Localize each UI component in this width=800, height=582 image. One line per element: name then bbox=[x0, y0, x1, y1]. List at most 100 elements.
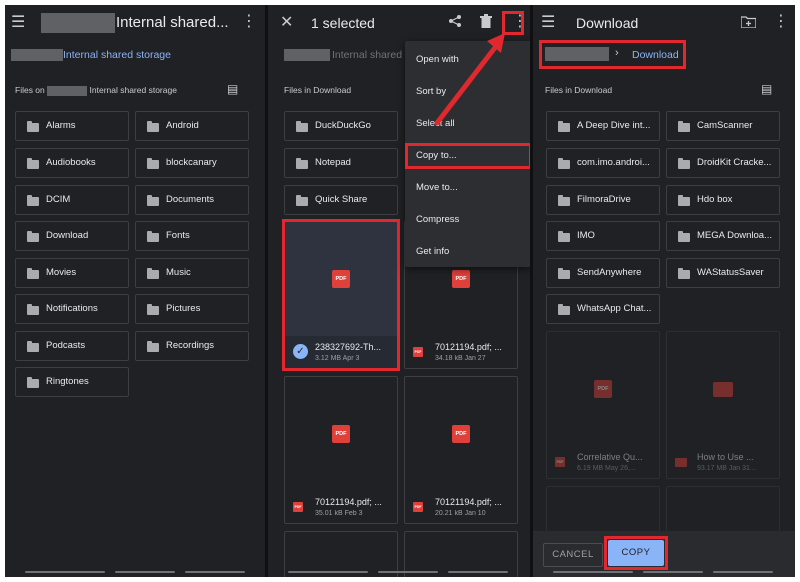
menu-item-sort-by[interactable]: Sort by bbox=[405, 75, 531, 107]
folder-tile[interactable]: MEGA Downloa... bbox=[666, 221, 780, 251]
menu-item-select-all[interactable]: Select all bbox=[405, 107, 531, 139]
new-folder-icon[interactable] bbox=[740, 15, 757, 32]
section-prefix: Files on bbox=[15, 85, 45, 95]
redacted-name bbox=[41, 13, 115, 33]
more-vert-icon[interactable]: ⋮ bbox=[241, 14, 257, 30]
folder-label: com.imo.androi... bbox=[577, 157, 650, 168]
folder-tile[interactable]: Notifications bbox=[15, 294, 129, 324]
breadcrumb[interactable]: Internal shared s bbox=[332, 49, 410, 61]
menu-icon[interactable]: ☰ bbox=[11, 15, 25, 31]
folder-tile[interactable]: CamScanner bbox=[666, 111, 780, 141]
page-title: Download bbox=[576, 15, 639, 31]
folder-label: Audiobooks bbox=[46, 157, 96, 168]
menu-item-open-with[interactable]: Open with bbox=[405, 43, 531, 75]
folder-tile[interactable]: com.imo.androi... bbox=[546, 148, 660, 178]
top-bar: ☰ Internal shared... ⋮ bbox=[5, 5, 265, 41]
folder-icon bbox=[558, 121, 570, 132]
folder-label: Movies bbox=[46, 267, 77, 278]
nav-handle bbox=[553, 571, 633, 573]
file-meta: 93.17 MB Jan 31... bbox=[697, 465, 756, 472]
nav-handle bbox=[288, 571, 368, 573]
folder-tile[interactable]: DuckDuckGo bbox=[284, 111, 398, 141]
folder-icon bbox=[27, 377, 39, 388]
folder-tile[interactable]: Fonts bbox=[135, 221, 249, 251]
folder-label: Quick Share bbox=[315, 194, 368, 205]
folder-tile[interactable]: DroidKit Cracke... bbox=[666, 148, 780, 178]
folder-tile[interactable]: Recordings bbox=[135, 331, 249, 361]
folder-tile[interactable]: Audiobooks bbox=[15, 148, 129, 178]
folder-label: blockcanary bbox=[166, 157, 217, 168]
section-label: Files in Download bbox=[545, 85, 613, 95]
folder-tile[interactable]: Music bbox=[135, 258, 249, 288]
folder-icon bbox=[27, 158, 39, 169]
nav-handle bbox=[378, 571, 438, 573]
folder-tile[interactable]: SendAnywhere bbox=[546, 258, 660, 288]
folder-tile[interactable]: Android bbox=[135, 111, 249, 141]
folder-tile[interactable]: Movies bbox=[15, 258, 129, 288]
nav-handle bbox=[643, 571, 703, 573]
menu-item-compress[interactable]: Compress bbox=[405, 203, 531, 235]
folder-tile[interactable]: Notepad bbox=[284, 148, 398, 178]
folder-icon bbox=[147, 268, 159, 279]
folder-tile[interactable]: IMO bbox=[546, 221, 660, 251]
folder-tile[interactable]: A Deep Dive int... bbox=[546, 111, 660, 141]
folder-tile[interactable]: FilmoraDrive bbox=[546, 185, 660, 215]
folder-label: WhatsApp Chat... bbox=[577, 303, 652, 314]
folder-icon bbox=[147, 341, 159, 352]
folder-tile[interactable]: Hdo box bbox=[666, 185, 780, 215]
folder-label: Hdo box bbox=[697, 194, 733, 205]
section-label: Files on Internal shared storage bbox=[15, 85, 177, 96]
file-meta: 34.18 kB Jan 27 bbox=[435, 355, 486, 362]
menu-item-get-info[interactable]: Get info bbox=[405, 235, 531, 267]
folder-label: Notepad bbox=[315, 157, 351, 168]
folder-icon bbox=[558, 304, 570, 315]
file-meta: 6.19 MB May 26,... bbox=[577, 465, 636, 472]
folder-label: Android bbox=[166, 120, 199, 131]
list-view-icon[interactable]: ▤ bbox=[227, 83, 238, 95]
more-vert-icon[interactable]: ⋮ bbox=[773, 14, 789, 30]
folder-tile[interactable]: WAStatusSaver bbox=[666, 258, 780, 288]
folder-label: DuckDuckGo bbox=[315, 120, 371, 131]
close-icon[interactable]: ✕ bbox=[280, 15, 293, 31]
folder-icon bbox=[296, 158, 308, 169]
file-name: Correlative Qu... bbox=[577, 452, 643, 462]
folder-label: A Deep Dive int... bbox=[577, 120, 651, 131]
folder-tile[interactable]: DCIM bbox=[15, 185, 129, 215]
cancel-button[interactable]: CANCEL bbox=[543, 543, 603, 567]
folder-tile[interactable]: blockcanary bbox=[135, 148, 249, 178]
folder-label: Pictures bbox=[166, 303, 201, 314]
nav-handle bbox=[713, 571, 773, 573]
file-meta: 20.21 kB Jan 10 bbox=[435, 510, 486, 517]
file-card[interactable]: PDF PDF 70121194.pdf; ... 20.21 kB Jan 1… bbox=[404, 376, 518, 524]
folder-tile[interactable]: Pictures bbox=[135, 294, 249, 324]
redacted-breadcrumb bbox=[284, 49, 330, 61]
menu-item-label: Compress bbox=[416, 214, 460, 225]
folder-label: SendAnywhere bbox=[577, 267, 642, 278]
highlight-more-button bbox=[502, 11, 524, 35]
folder-tile[interactable]: Ringtones bbox=[15, 367, 129, 397]
folder-icon bbox=[296, 195, 308, 206]
list-view-icon[interactable]: ▤ bbox=[761, 83, 772, 95]
folder-label: Download bbox=[46, 230, 89, 241]
breadcrumb[interactable]: Internal shared storage bbox=[63, 49, 171, 61]
share-icon[interactable] bbox=[448, 14, 462, 32]
folder-tile[interactable]: Quick Share bbox=[284, 185, 398, 215]
menu-item-label: Get info bbox=[416, 246, 450, 257]
folder-label: Documents bbox=[166, 194, 215, 205]
menu-icon[interactable]: ☰ bbox=[541, 15, 555, 31]
folder-icon bbox=[147, 304, 159, 315]
delete-icon[interactable] bbox=[480, 14, 492, 32]
folder-icon bbox=[147, 195, 159, 206]
folder-tile[interactable]: Documents bbox=[135, 185, 249, 215]
folder-tile[interactable]: Podcasts bbox=[15, 331, 129, 361]
highlight-selected-file bbox=[282, 219, 400, 371]
file-card-disabled: PDF PDF Correlative Qu... 6.19 MB May 26… bbox=[546, 331, 660, 479]
file-name: 70121194.pdf; ... bbox=[315, 497, 382, 507]
video-icon bbox=[713, 382, 733, 397]
menu-item-label: Select all bbox=[416, 118, 455, 129]
folder-tile[interactable]: WhatsApp Chat... bbox=[546, 294, 660, 324]
menu-item-move-to[interactable]: Move to... bbox=[405, 171, 531, 203]
folder-tile[interactable]: Alarms bbox=[15, 111, 129, 141]
folder-tile[interactable]: Download bbox=[15, 221, 129, 251]
file-card[interactable]: PDF PDF 70121194.pdf; ... 35.01 kB Feb 3 bbox=[284, 376, 398, 524]
